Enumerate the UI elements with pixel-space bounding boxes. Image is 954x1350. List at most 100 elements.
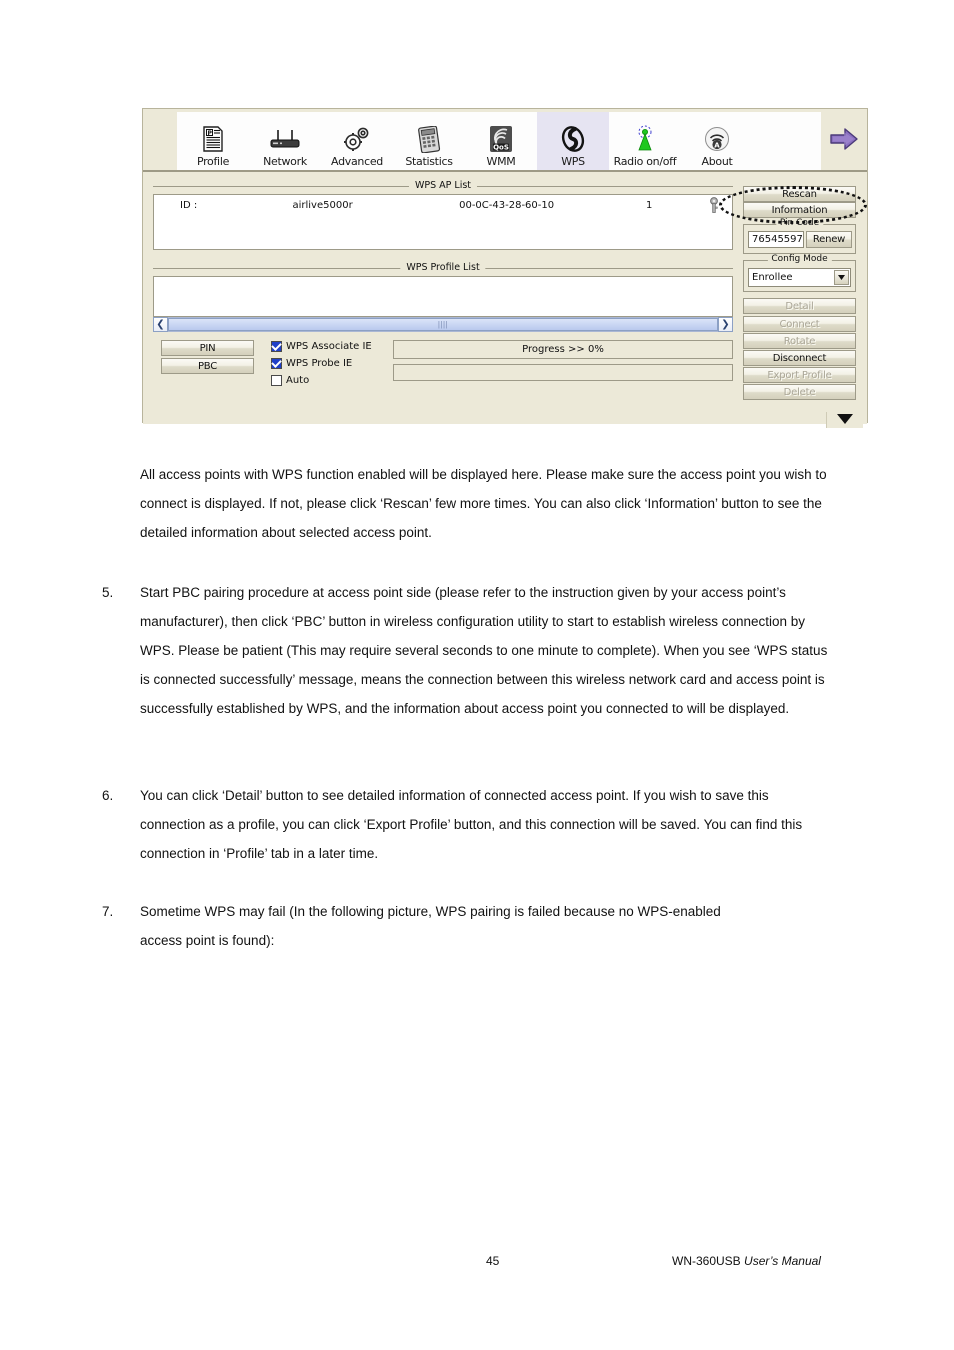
scroll-left-button[interactable]: ❮	[153, 317, 168, 332]
scrollbar-thumb[interactable]: ||||	[168, 318, 718, 331]
main-toolbar: P Profile Network Advanced Statistics Qo…	[143, 109, 867, 172]
wps-ap-list-group: WPS AP List	[153, 180, 733, 191]
detail-button-label: Detail	[785, 300, 814, 312]
export-profile-button-label: Export Profile	[767, 369, 832, 381]
tab-wmm[interactable]: QoS WMM	[465, 112, 537, 170]
pbc-button-label: PBC	[197, 360, 218, 372]
footer-manual-product: WN-360USB	[672, 1254, 741, 1268]
wps-associate-ie-label: WPS Associate IE	[286, 341, 372, 352]
list-item-5-text: Start PBC pairing procedure at access po…	[140, 585, 828, 716]
gears-icon	[342, 123, 372, 155]
tab-advanced[interactable]: Advanced	[321, 112, 393, 170]
list-item-6-number: 6.	[102, 788, 114, 803]
renew-button[interactable]: Renew	[806, 231, 852, 248]
wps-side-panel: Rescan Information Pin Code 76545597 Ren…	[743, 172, 856, 422]
wps-options-group: WPS Associate IE WPS Probe IE Auto	[271, 338, 406, 389]
triangle-down-icon	[837, 411, 853, 429]
list-item-7-text: Sometime WPS may fail (In the following …	[140, 904, 721, 948]
wireless-utility-window: P Profile Network Advanced Statistics Qo…	[142, 108, 868, 424]
tab-advanced-label: Advanced	[331, 155, 383, 168]
scroll-right-button[interactable]: ❯	[718, 317, 733, 332]
ap-row-ssid: airlive5000r	[292, 199, 353, 211]
tab-network-label: Network	[263, 155, 307, 168]
radio-antenna-icon	[633, 123, 657, 155]
calculator-icon	[417, 123, 441, 155]
next-page-button[interactable]	[821, 112, 867, 170]
tab-wps-label: WPS	[561, 155, 585, 168]
list-item-5: 5. Start PBC pairing procedure at access…	[102, 578, 830, 723]
wps-profile-listbox[interactable]	[153, 276, 733, 317]
wps-ap-listbox[interactable]: ID : airlive5000r 00-0C-43-28-60-10 1	[153, 194, 733, 250]
renew-button-label: Renew	[812, 234, 846, 245]
tab-about[interactable]: A About	[681, 112, 753, 170]
connect-button-label: Connect	[779, 318, 820, 330]
pin-code-fieldset: Pin Code 76545597 Renew	[743, 218, 856, 254]
wps-probe-ie-row[interactable]: WPS Probe IE	[271, 355, 406, 372]
tab-wmm-label: WMM	[486, 155, 516, 168]
detail-button[interactable]: Detail	[743, 298, 856, 314]
config-mode-select[interactable]: Enrollee	[748, 268, 851, 287]
scrollbar-track[interactable]: ||||	[168, 317, 718, 332]
about-signal-icon: A	[704, 123, 730, 155]
ap-row-id: ID :	[180, 199, 198, 211]
delete-button-label: Delete	[783, 386, 816, 398]
tab-profile-label: Profile	[196, 155, 230, 168]
config-mode-fieldset: Config Mode Enrollee	[743, 254, 856, 292]
pin-button[interactable]: PIN	[161, 340, 254, 356]
progress-status-bar: Progress >> 0%	[393, 340, 733, 359]
tab-statistics[interactable]: Statistics	[393, 112, 465, 170]
pin-code-group-label: Pin Code	[775, 218, 824, 228]
wps-ap-list-title: WPS AP List	[408, 180, 478, 191]
horizontal-scrollbar[interactable]: ❮ |||| ❯	[153, 317, 733, 332]
disconnect-button[interactable]: Disconnect	[743, 350, 856, 366]
tab-radio-on-off[interactable]: Radio on/off	[609, 112, 681, 170]
ap-row-channel: 1	[646, 199, 653, 211]
config-mode-group-label: Config Mode	[767, 254, 832, 264]
svg-text:A: A	[714, 141, 720, 149]
list-item-7: 7. Sometime WPS may fail (In the followi…	[102, 897, 760, 955]
rotate-button-label: Rotate	[783, 335, 816, 347]
pin-code-value: 76545597	[752, 234, 803, 245]
intro-paragraph: All access points with WPS function enab…	[140, 467, 827, 540]
list-item-7-number: 7.	[102, 904, 114, 919]
connect-button[interactable]: Connect	[743, 316, 856, 332]
wps-probe-ie-checkbox[interactable]	[271, 358, 282, 369]
wps-associate-ie-row[interactable]: WPS Associate IE	[271, 338, 406, 355]
auto-row[interactable]: Auto	[271, 372, 406, 389]
config-mode-value: Enrollee	[752, 272, 793, 283]
chevron-down-icon[interactable]	[834, 270, 849, 285]
footer-manual: WN-360USB User’s Manual	[672, 1254, 821, 1268]
toolbar-filler	[753, 112, 821, 170]
wps-probe-ie-label: WPS Probe IE	[286, 358, 353, 369]
tab-wps[interactable]: WPS	[537, 112, 609, 170]
svg-text:QoS: QoS	[493, 143, 509, 151]
auto-checkbox[interactable]	[271, 375, 282, 386]
information-button-label: Information	[771, 204, 828, 216]
tab-network[interactable]: Network	[249, 112, 321, 170]
wps-profile-list-group: WPS Profile List	[153, 262, 733, 273]
auto-label: Auto	[286, 375, 310, 386]
pin-code-input[interactable]: 76545597	[748, 231, 804, 248]
footer-manual-title: User’s Manual	[744, 1254, 821, 1268]
rotate-button[interactable]: Rotate	[743, 333, 856, 349]
table-row[interactable]: ID : airlive5000r 00-0C-43-28-60-10 1	[154, 195, 732, 214]
export-profile-button[interactable]: Export Profile	[743, 367, 856, 383]
pin-button-label: PIN	[199, 342, 216, 354]
list-item-5-number: 5.	[102, 585, 114, 600]
list-item-6-text: You can click ‘Detail’ button to see det…	[140, 788, 803, 861]
key-icon	[695, 197, 732, 213]
information-button[interactable]: Information	[743, 202, 856, 218]
disconnect-button-label: Disconnect	[772, 352, 827, 364]
footer-page-number: 45	[486, 1254, 500, 1268]
wps-profile-list-title: WPS Profile List	[400, 262, 486, 273]
scroll-down-indicator[interactable]	[826, 412, 863, 428]
rescan-button-label: Rescan	[782, 188, 817, 200]
wps-panel: WPS AP List ID : airlive5000r 00-0C-43-2…	[143, 172, 867, 424]
ap-row-mac: 00-0C-43-28-60-10	[459, 199, 555, 211]
tab-profile[interactable]: P Profile	[177, 112, 249, 170]
wps-associate-ie-checkbox[interactable]	[271, 341, 282, 352]
pbc-button[interactable]: PBC	[161, 358, 254, 374]
list-item-6: 6. You can click ‘Detail’ button to see …	[102, 781, 830, 868]
rescan-button[interactable]: Rescan	[743, 186, 856, 202]
delete-button[interactable]: Delete	[743, 384, 856, 400]
